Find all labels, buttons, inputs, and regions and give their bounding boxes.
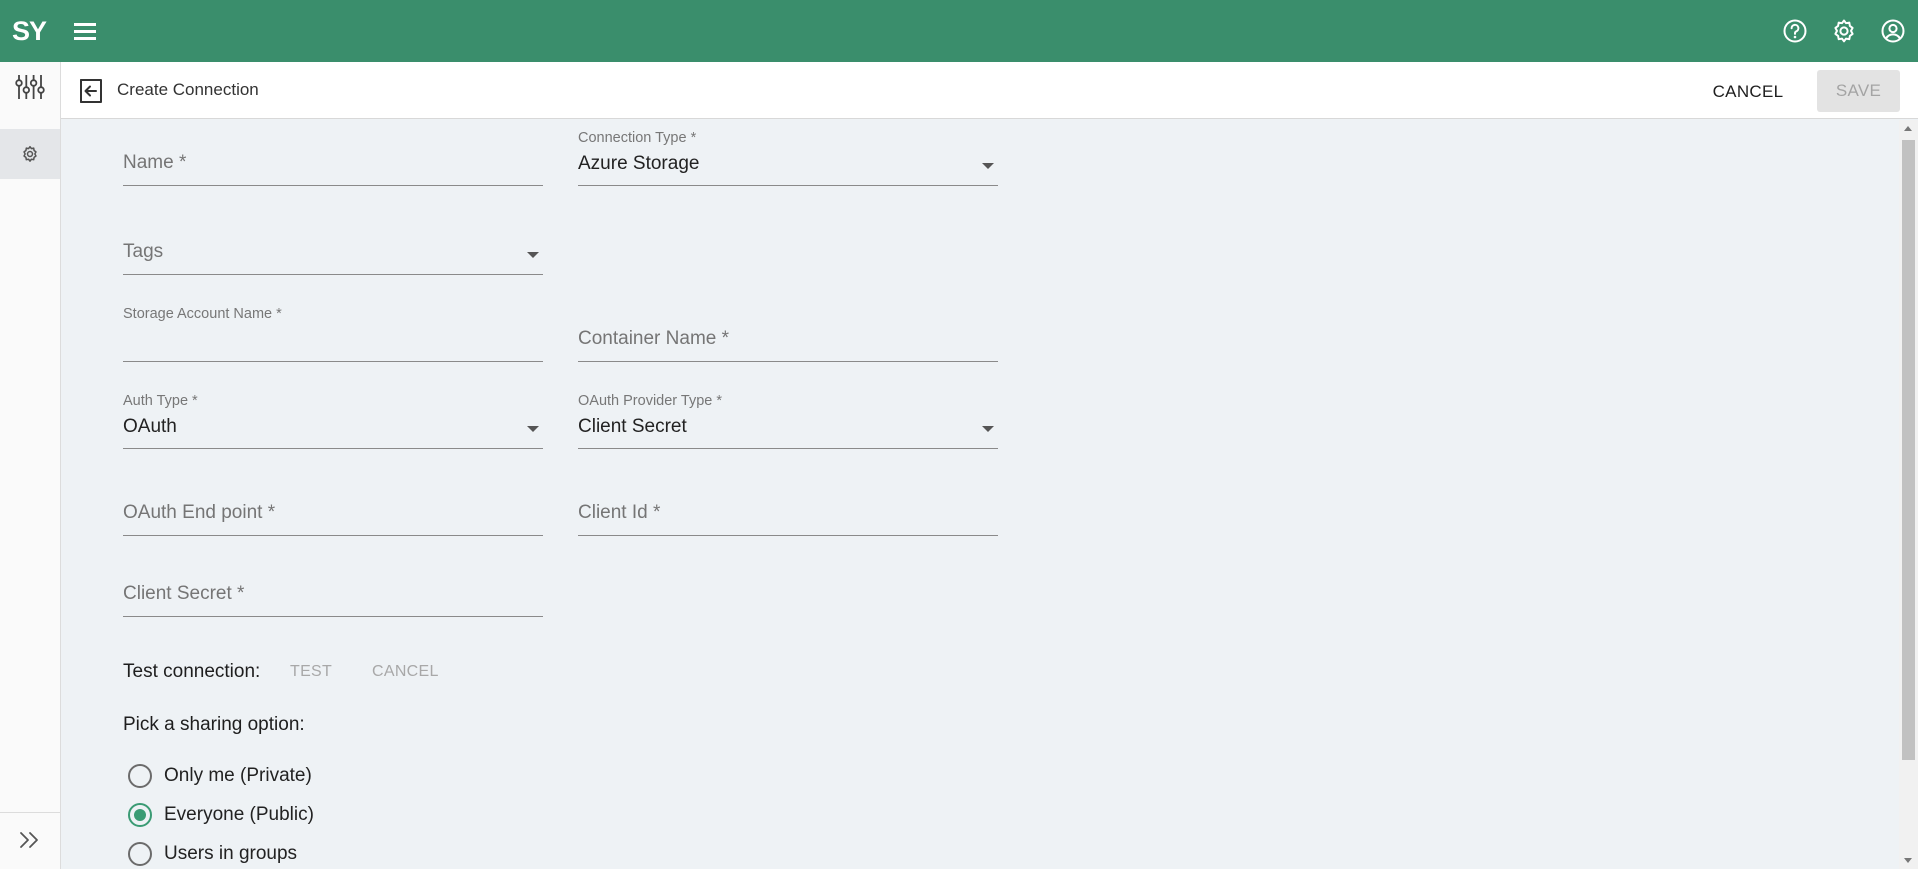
oauth-provider-type-select[interactable]: OAuth Provider Type * Client Secret	[578, 393, 998, 449]
left-rail	[0, 62, 61, 869]
oauth-endpoint-field[interactable]: OAuth End point *	[123, 480, 543, 536]
top-app-bar: SY	[0, 0, 1918, 62]
scrollbar-thumb[interactable]	[1902, 140, 1915, 760]
tags-placeholder: Tags	[123, 241, 164, 262]
scroll-down-icon[interactable]	[1904, 858, 1912, 863]
connection-type-select[interactable]: Connection Type * Azure Storage	[578, 130, 998, 186]
help-icon[interactable]	[1782, 18, 1808, 44]
rail-divider	[0, 812, 60, 813]
chevron-down-icon	[982, 426, 994, 432]
test-connection-label: Test connection:	[123, 661, 261, 682]
account-icon[interactable]	[1880, 18, 1906, 44]
container-name-placeholder: Container Name *	[578, 328, 730, 349]
oauth-endpoint-placeholder: OAuth End point *	[123, 502, 276, 523]
sharing-option-groups[interactable]: Users in groups	[128, 840, 297, 868]
chevron-down-icon	[527, 252, 539, 258]
expand-icon[interactable]	[0, 820, 60, 860]
auth-type-select[interactable]: Auth Type * OAuth	[123, 393, 543, 449]
oauth-provider-type-value: Client Secret	[578, 416, 687, 437]
connection-type-label: Connection Type *	[578, 130, 697, 146]
cancel-button[interactable]: CANCEL	[1703, 72, 1793, 112]
page-title: Create Connection	[117, 80, 259, 99]
storage-account-name-label: Storage Account Name *	[123, 306, 282, 322]
scroll-up-icon[interactable]	[1904, 126, 1912, 131]
sliders-icon[interactable]	[0, 70, 60, 104]
app-logo: SY	[12, 16, 47, 46]
test-cancel-button[interactable]: CANCEL	[372, 663, 439, 681]
auth-type-value: OAuth	[123, 416, 177, 437]
radio-button-selected[interactable]	[128, 803, 152, 827]
sharing-option-public[interactable]: Everyone (Public)	[128, 801, 314, 829]
sharing-option-label: Only me (Private)	[164, 765, 312, 786]
scrollbar[interactable]	[1899, 120, 1918, 869]
radio-button[interactable]	[128, 842, 152, 866]
radio-button[interactable]	[128, 764, 152, 788]
save-button[interactable]: SAVE	[1817, 70, 1900, 112]
connection-type-value: Azure Storage	[578, 153, 700, 174]
back-icon[interactable]	[78, 78, 104, 104]
oauth-provider-type-label: OAuth Provider Type *	[578, 393, 723, 409]
chevron-down-icon	[982, 163, 994, 169]
sharing-option-private[interactable]: Only me (Private)	[128, 762, 312, 790]
gear-icon[interactable]	[0, 129, 60, 179]
client-id-placeholder: Client Id *	[578, 502, 661, 523]
page-header: Create Connection CANCEL SAVE	[61, 62, 1918, 119]
client-secret-field[interactable]: Client Secret *	[123, 561, 543, 617]
sharing-label: Pick a sharing option:	[123, 714, 305, 735]
tags-select[interactable]: Tags	[123, 219, 543, 275]
container-name-field[interactable]: Container Name *	[578, 306, 998, 362]
name-placeholder: Name *	[123, 152, 187, 173]
auth-type-label: Auth Type *	[123, 393, 198, 409]
chevron-down-icon	[527, 426, 539, 432]
sharing-option-label: Everyone (Public)	[164, 804, 314, 825]
sharing-option-label: Users in groups	[164, 843, 298, 864]
client-secret-placeholder: Client Secret *	[123, 583, 245, 604]
client-id-field[interactable]: Client Id *	[578, 480, 998, 536]
name-field[interactable]: Name *	[123, 130, 543, 186]
test-button[interactable]: TEST	[290, 663, 332, 681]
gear-icon[interactable]	[1831, 18, 1857, 44]
storage-account-name-field[interactable]: Storage Account Name *	[123, 306, 543, 362]
menu-icon[interactable]	[72, 20, 98, 42]
